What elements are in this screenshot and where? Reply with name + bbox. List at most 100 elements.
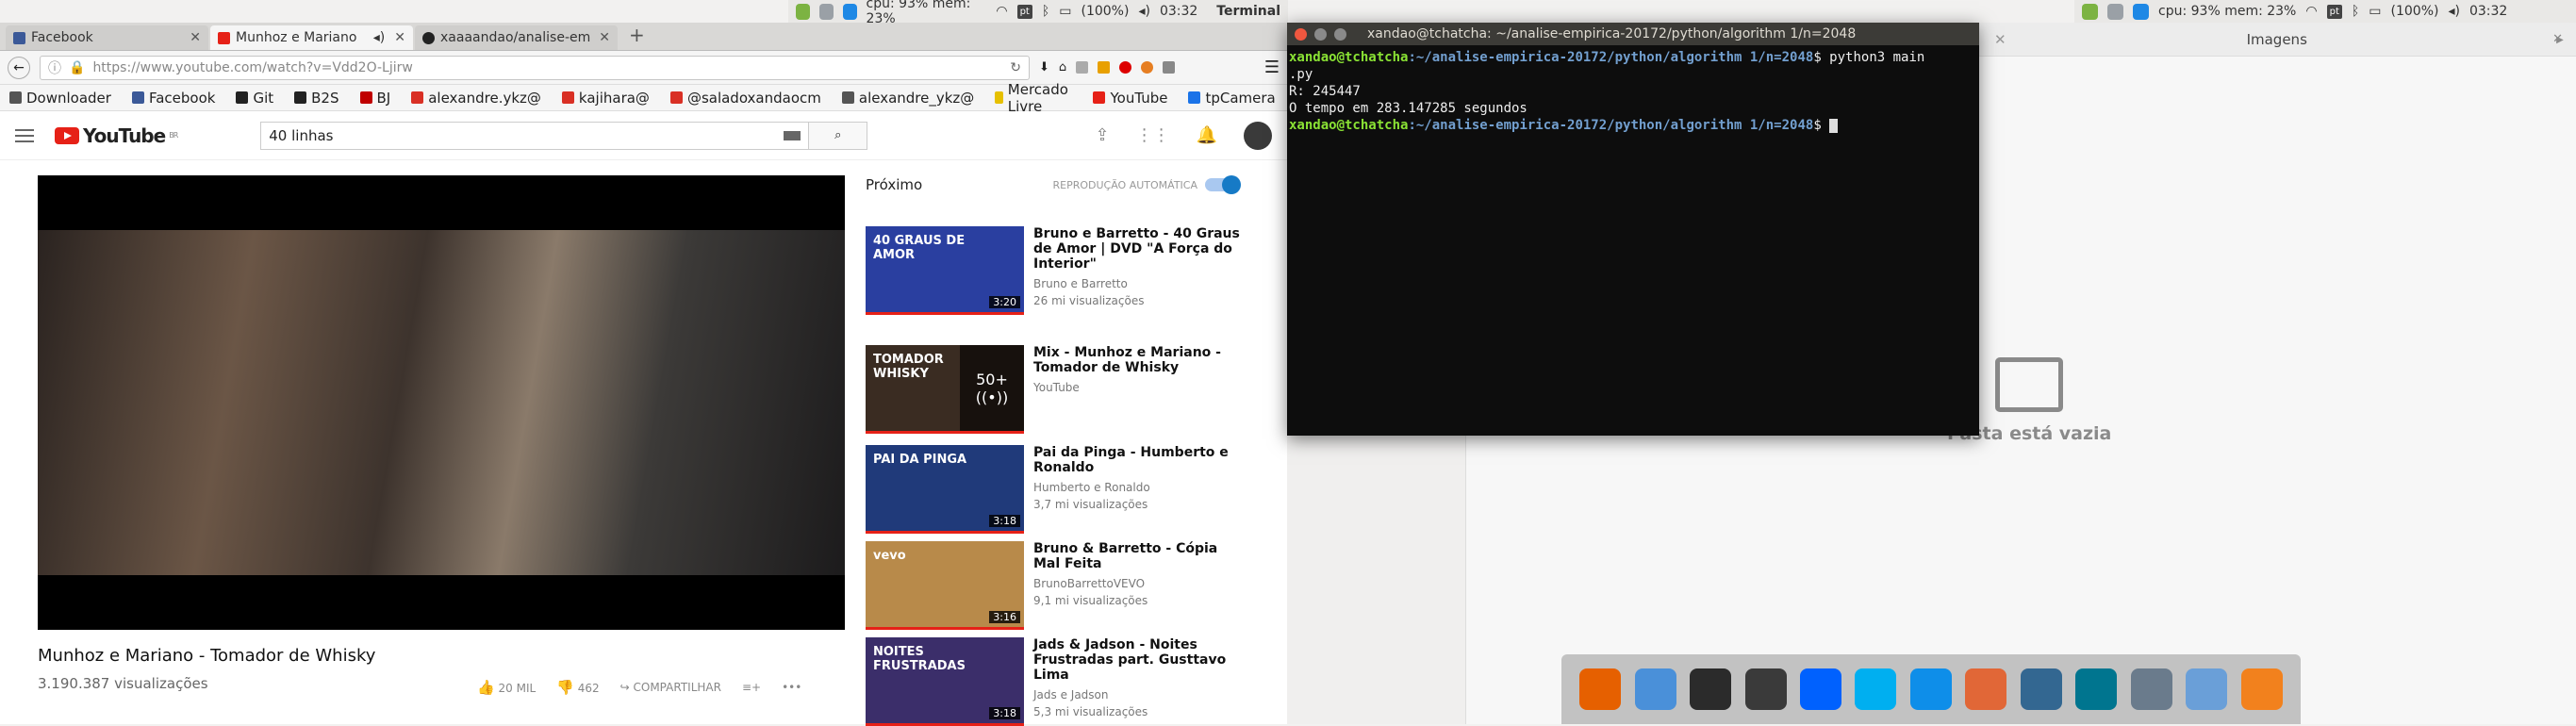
apps-icon[interactable]: ⋮⋮ [1136,125,1170,145]
close-icon[interactable]: ✕ [599,30,610,45]
teamviewer-icon[interactable] [2133,3,2149,20]
close-icon[interactable]: ✕ [1994,31,2006,48]
video-thumbnail[interactable]: NOITES FRUSTRADAS 3:18 [866,637,1024,726]
bookmark-item[interactable]: BJ [359,90,390,107]
video-thumbnail[interactable]: vevo 3:16 [866,541,1024,630]
wifi-icon[interactable]: ◠ [996,4,1007,19]
extension-icon[interactable] [1076,61,1089,74]
channel-name[interactable]: Jads e Jadson [1033,686,1243,703]
reload-icon[interactable]: ↻ [1010,60,1021,75]
matlab-icon[interactable] [1965,668,2007,710]
new-tab-button[interactable]: + [619,24,654,50]
terminal-output[interactable]: xandao@tchatcha:~/analise-empirica-20172… [1287,45,1979,138]
tab-github[interactable]: xaaaandao/analise-em ✕ [415,25,618,50]
maximize-button[interactable] [1334,27,1346,41]
clock[interactable]: 03:32 [1160,4,1197,19]
postgres-icon[interactable] [2020,668,2062,710]
recommendation-title[interactable]: Bruno e Barretto - 40 Graus de Amor | DV… [1033,226,1243,272]
keyboard-icon[interactable] [784,130,801,140]
url-bar[interactable]: ⓘ 🔒 https://www.youtube.com/watch?v=Vdd2… [40,55,1030,80]
volume-icon[interactable]: ◂) [1138,4,1150,19]
keyboard-layout[interactable]: pt [2326,4,2342,19]
clock[interactable]: 03:32 [2469,4,2507,19]
recommendation-title[interactable]: Bruno & Barretto - Cópia Mal Feita [1033,541,1243,571]
close-icon[interactable]: ✕ [394,30,405,45]
teamviewer-icon[interactable] [1909,668,1952,710]
bookmark-item[interactable]: YouTube [1093,90,1167,107]
recommendation-item[interactable]: vevo 3:16 Bruno & Barretto - Cópia Mal Fei… [866,541,1243,630]
skype-icon[interactable] [1855,668,1897,710]
close-icon[interactable]: ✕ [190,30,201,45]
bookmark-item[interactable]: alexandre_ykz@ [841,90,974,107]
video-thumbnail[interactable]: TOMADOR WHISKY 50+ ((•)) [866,345,1024,434]
search-button[interactable]: ⌕ [809,121,868,150]
channel-name[interactable]: Bruno e Barretto [1033,275,1243,292]
home-icon[interactable]: ⌂ [1059,60,1066,74]
sublime-icon[interactable] [2240,668,2283,710]
bookmark-item[interactable]: Downloader [9,90,111,107]
recommendation-item[interactable]: PAI DA PINGA 3:18 Pai da Pinga - Humberto … [866,445,1243,534]
system-monitor[interactable]: cpu: 93% mem: 23% [2158,4,2296,19]
battery-icon[interactable]: ▭ [1059,4,1071,19]
download-icon[interactable]: ⬇ [1039,60,1049,74]
recommendation-item[interactable]: TOMADOR WHISKY 50+ ((•)) Mix - Munhoz e Mar… [866,345,1243,434]
recommendation-item[interactable]: 40 GRAUS DE AMOR 3:20 Bruno e Barretto - 4… [866,226,1243,315]
channel-name[interactable]: YouTube [1033,379,1243,396]
tab-youtube[interactable]: Munhoz e Mariano ◂) ✕ [210,25,413,50]
system-monitor[interactable]: cpu: 93% mem: 23% [867,0,987,26]
back-button[interactable]: ← [8,56,30,79]
recommendation-title[interactable]: Jads & Jadson - Noites Frustradas part. … [1033,637,1243,683]
autoplay-toggle[interactable] [1205,175,1241,194]
search-input[interactable]: 40 linhas [260,121,810,150]
info-icon[interactable]: ⓘ [48,58,61,77]
extension-icon[interactable] [1141,61,1154,74]
code-editor-icon[interactable] [1744,668,1787,710]
finder-icon[interactable] [1634,668,1676,710]
disk-manager-icon[interactable] [2130,668,2172,710]
chat-icon[interactable] [2107,3,2123,20]
adblock-icon[interactable] [1119,61,1132,74]
youtube-logo[interactable]: YouTube BR [55,124,178,147]
video-player[interactable] [38,175,845,630]
recommendation-item[interactable]: NOITES FRUSTRADAS 3:18 Jads & Jadson - Noi… [866,637,1243,726]
chat-icon[interactable] [818,3,834,20]
menu-icon[interactable]: ☰ [1264,58,1280,77]
video-thumbnail[interactable]: 40 GRAUS DE AMOR 3:20 [866,226,1024,315]
extension-icon[interactable] [1098,61,1111,74]
recommendation-title[interactable]: Pai da Pinga - Humberto e Ronaldo [1033,445,1243,475]
bookmark-item[interactable]: tpCamera [1188,90,1276,107]
shield-icon[interactable] [2082,3,2098,20]
keyboard-layout[interactable]: pt [1016,4,1032,19]
tab-facebook[interactable]: Facebook ✕ [6,25,208,50]
minimize-button[interactable] [1314,27,1327,41]
volume-icon[interactable]: ◂) [2448,4,2460,19]
battery-icon[interactable]: ▭ [2369,4,2381,19]
bell-icon[interactable]: 🔔 [1197,125,1217,145]
channel-name[interactable]: BrunoBarrettoVEVO [1033,575,1243,592]
bookmark-item[interactable]: B2S [294,90,339,107]
bookmark-item[interactable]: @saladoxandaocm [669,90,821,107]
add-to-playlist-icon[interactable]: ≡+ [742,681,761,694]
bookmark-item[interactable]: Mercado Livre [995,81,1072,115]
share-button[interactable]: ↪ COMPARTILHAR [620,681,721,694]
extension-icon[interactable] [1163,61,1176,74]
virtualbox-icon[interactable] [2186,668,2228,710]
bluetooth-icon[interactable]: ᛒ [1042,4,1049,19]
firefox-icon[interactable] [1579,668,1622,710]
recommendation-title[interactable]: Mix - Munhoz e Mariano - Tomador de Whis… [1033,345,1243,375]
terminal-icon[interactable] [1690,668,1732,710]
speaker-icon[interactable]: ◂) [373,30,386,45]
teamviewer-icon[interactable] [842,3,857,20]
dislike-button[interactable]: 👎 462 [556,679,599,696]
avatar[interactable] [1244,121,1272,150]
dropbox-icon[interactable] [1800,668,1842,710]
more-icon[interactable]: ••• [782,681,801,694]
bluetooth-icon[interactable]: ᛒ [2352,4,2359,19]
shield-icon[interactable] [796,3,810,20]
terminal-window[interactable]: xandao@tchatcha: ~/analise-empirica-2017… [1287,23,1979,436]
scroll-arrow-icon[interactable]: ▶ [2551,23,2569,57]
wifi-icon[interactable]: ◠ [2305,4,2317,19]
bookmark-item[interactable]: Facebook [131,90,215,107]
channel-name[interactable]: Humberto e Ronaldo [1033,479,1243,496]
mysql-workbench-icon[interactable] [2075,668,2118,710]
